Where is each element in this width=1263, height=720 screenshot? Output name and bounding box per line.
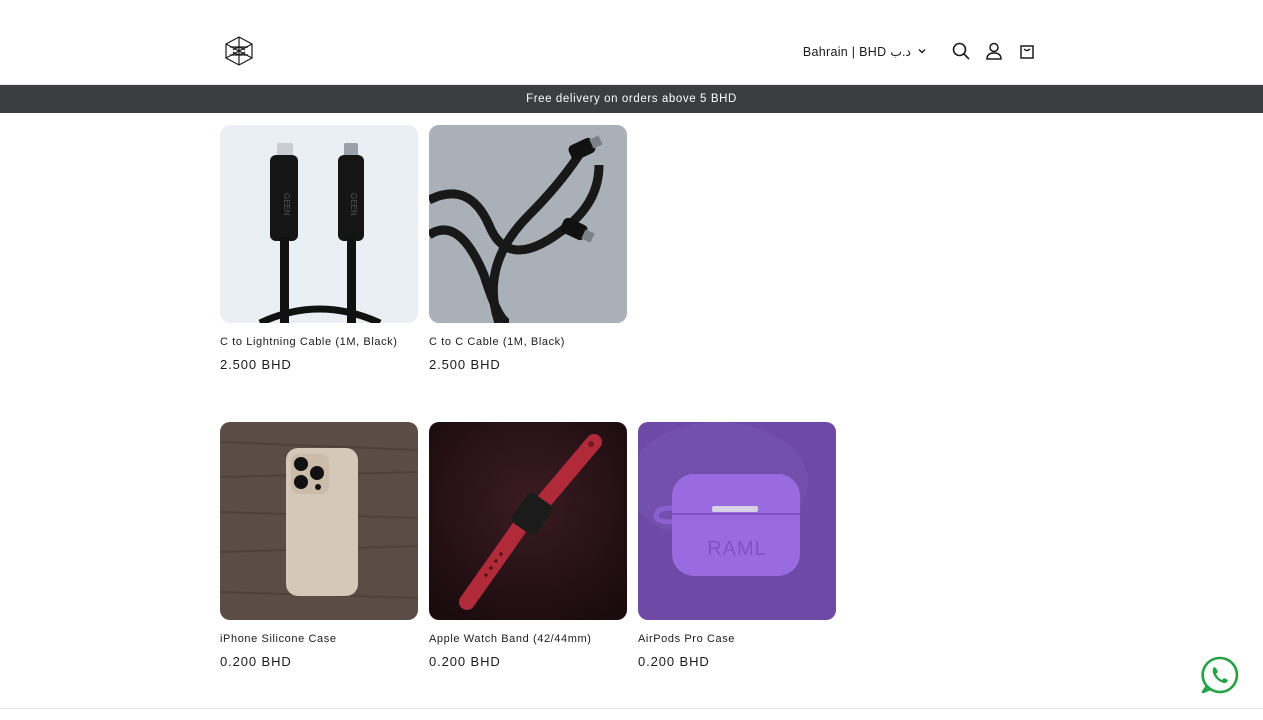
product-image[interactable]	[429, 422, 627, 620]
cart-button[interactable]	[1014, 38, 1040, 64]
account-icon	[986, 42, 1002, 60]
brand-logo-icon[interactable]	[223, 35, 255, 67]
product-card[interactable]: C to C Cable (1M, Black) 2.500 BHD	[429, 125, 627, 372]
product-price: 0.200 BHD	[220, 654, 292, 669]
product-image[interactable]	[220, 422, 418, 620]
product-price: 2.500 BHD	[220, 357, 292, 372]
site-header: Bahrain | BHD د.ب	[0, 0, 1263, 85]
svg-text:GEEN: GEEN	[349, 193, 358, 216]
whatsapp-button[interactable]	[1200, 655, 1240, 695]
country-label: Bahrain | BHD د.ب	[802, 44, 911, 59]
product-card[interactable]: RAML AirPods Pro Case 0.200 BHD	[638, 422, 836, 669]
search-icon	[952, 42, 970, 60]
product-price: 0.200 BHD	[638, 654, 710, 669]
announcement-text: Free delivery on orders above 5 BHD	[526, 93, 737, 105]
product-title[interactable]: iPhone Silicone Case	[220, 633, 418, 645]
product-image[interactable]: GEEN GEEN	[220, 125, 418, 323]
cart-icon	[1020, 45, 1034, 59]
product-image-text: RAML	[707, 538, 767, 560]
country-selector[interactable]: Bahrain | BHD د.ب	[803, 44, 927, 59]
product-title[interactable]: C to Lightning Cable (1M, Black)	[220, 336, 418, 348]
product-image[interactable]: RAML	[638, 422, 836, 620]
product-price: 2.500 BHD	[429, 357, 501, 372]
whatsapp-icon	[1201, 656, 1239, 694]
product-card[interactable]: GEEN GEEN C to Lightning Cable (1M, Blac…	[220, 125, 418, 372]
svg-text:GEEN: GEEN	[282, 193, 291, 216]
product-card[interactable]: iPhone Silicone Case 0.200 BHD	[220, 422, 418, 669]
product-title[interactable]: Apple Watch Band (42/44mm)	[429, 633, 627, 645]
product-image[interactable]	[429, 125, 627, 323]
product-title[interactable]: C to C Cable (1M, Black)	[429, 336, 627, 348]
chevron-down-icon	[918, 49, 926, 54]
account-button[interactable]	[981, 38, 1007, 64]
product-card[interactable]: Apple Watch Band (42/44mm) 0.200 BHD	[429, 422, 627, 669]
header-actions: Bahrain | BHD د.ب	[803, 38, 1040, 64]
footer-divider	[0, 708, 1263, 709]
announcement-bar: Free delivery on orders above 5 BHD	[0, 85, 1263, 113]
product-price: 0.200 BHD	[429, 654, 501, 669]
search-button[interactable]	[948, 38, 974, 64]
product-title[interactable]: AirPods Pro Case	[638, 633, 836, 645]
